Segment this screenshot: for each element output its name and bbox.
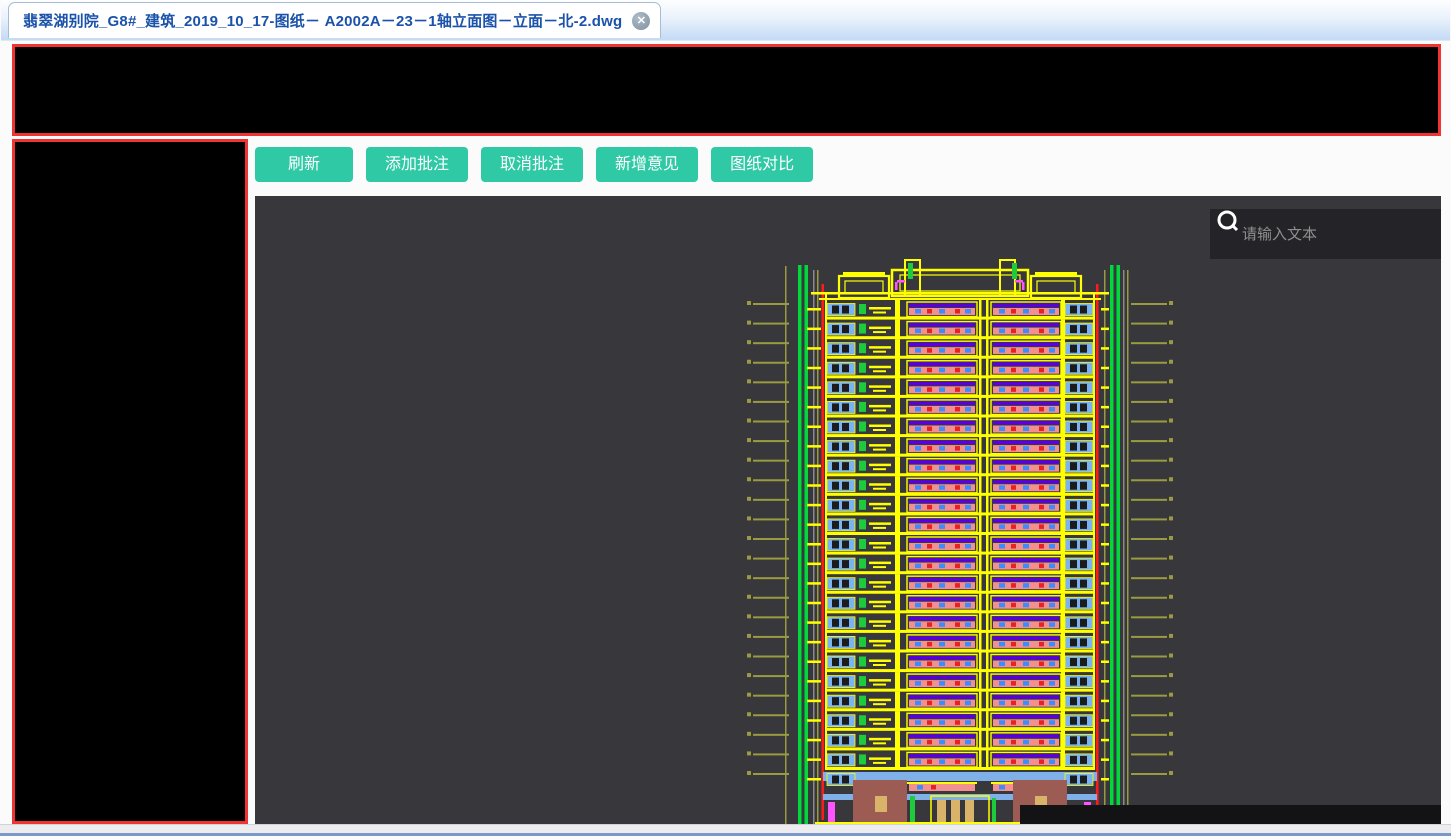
tab-bar: 翡翠湖别院_G8#_建筑_2019_10_17-图纸－ A2002A－23－1轴… [1,0,1450,41]
search-input[interactable] [1240,224,1429,244]
document-tab[interactable]: 翡翠湖别院_G8#_建筑_2019_10_17-图纸－ A2002A－23－1轴… [8,2,662,38]
document-tab-title: 翡翠湖别院_G8#_建筑_2019_10_17-图纸－ A2002A－23－1轴… [23,13,623,30]
building-elevation-drawing [747,259,1441,824]
search-icon[interactable] [1216,209,1240,233]
new-comment-button[interactable]: 新增意见 [596,147,699,182]
app-window: 翡翠湖别院_G8#_建筑_2019_10_17-图纸－ A2002A－23－1轴… [0,0,1451,840]
drawing-compare-button[interactable]: 图纸对比 [711,147,814,182]
annotation-toolbar: 刷新 添加批注 取消批注 新增意见 图纸对比 [255,147,814,182]
drawing-canvas[interactable] [255,196,1441,824]
window-bottom-accent [0,833,1451,836]
redacted-header-panel [12,44,1441,136]
tab-close-icon[interactable]: ✕ [632,11,651,30]
text-search-box [1210,209,1441,259]
redacted-sidebar-panel [12,139,248,824]
cancel-annotation-button[interactable]: 取消批注 [481,147,584,182]
add-annotation-button[interactable]: 添加批注 [366,147,469,182]
refresh-button[interactable]: 刷新 [255,147,354,182]
